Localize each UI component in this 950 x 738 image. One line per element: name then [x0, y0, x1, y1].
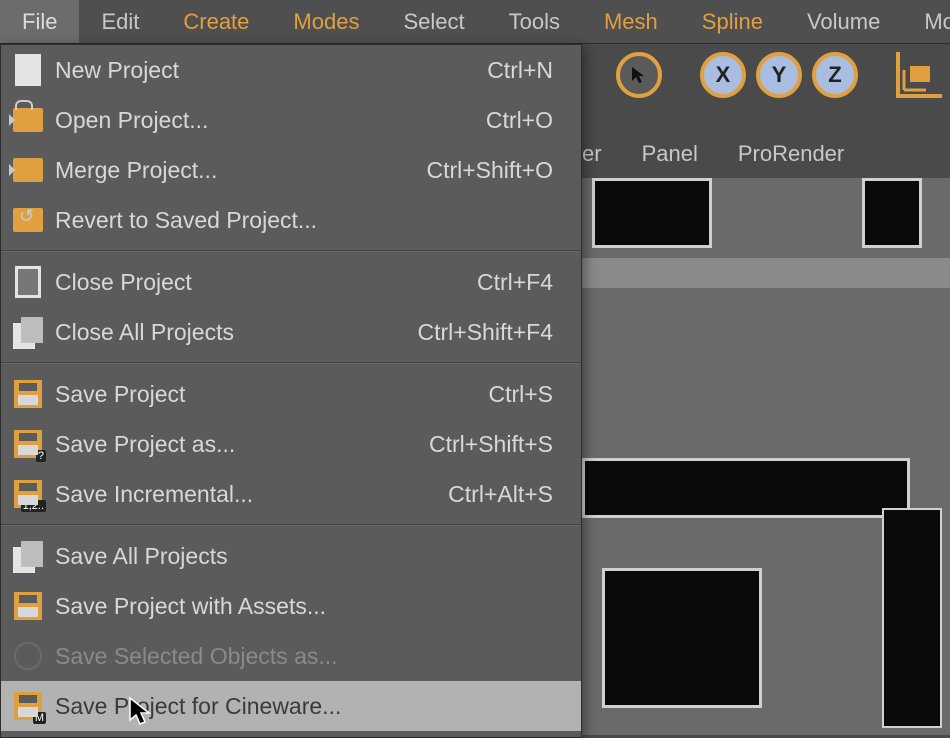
- menu-mograph[interactable]: MoGraph: [902, 0, 950, 43]
- file-menu-dropdown: New Project Ctrl+N Open Project... Ctrl+…: [0, 44, 582, 738]
- menu-volume[interactable]: Volume: [785, 0, 902, 43]
- viewport-tabs: er Panel ProRender: [582, 130, 844, 178]
- menu-tools[interactable]: Tools: [487, 0, 582, 43]
- menu-item-save-cineware[interactable]: M Save Project for Cineware...: [1, 681, 581, 731]
- menu-item-save-selected: Save Selected Objects as...: [1, 631, 581, 681]
- menu-item-save-project[interactable]: Save Project Ctrl+S: [1, 369, 581, 419]
- close-icon: [15, 266, 41, 298]
- axis-x-button[interactable]: X: [700, 52, 746, 98]
- menu-separator: [1, 524, 581, 526]
- axis-z-button[interactable]: Z: [812, 52, 858, 98]
- menu-separator: [1, 362, 581, 364]
- menu-mesh[interactable]: Mesh: [582, 0, 680, 43]
- disabled-icon: [14, 642, 42, 670]
- menu-modes[interactable]: Modes: [271, 0, 381, 43]
- menu-item-merge-project[interactable]: Merge Project... Ctrl+Shift+O: [1, 145, 581, 195]
- menu-select[interactable]: Select: [381, 0, 486, 43]
- menu-item-revert[interactable]: Revert to Saved Project...: [1, 195, 581, 245]
- save-icon: [14, 380, 42, 408]
- save-incremental-icon: 1,2..: [14, 480, 42, 508]
- coord-system-icon[interactable]: [896, 52, 942, 98]
- save-cineware-icon: M: [14, 692, 42, 720]
- menu-edit[interactable]: Edit: [79, 0, 161, 43]
- menu-item-save-all[interactable]: Save All Projects: [1, 531, 581, 581]
- menu-item-save-as[interactable]: ? Save Project as... Ctrl+Shift+S: [1, 419, 581, 469]
- open-folder-icon: [13, 108, 43, 132]
- menu-item-new-project[interactable]: New Project Ctrl+N: [1, 45, 581, 95]
- close-all-icon: [13, 317, 43, 347]
- save-as-icon: ?: [14, 430, 42, 458]
- save-assets-icon: [14, 592, 42, 620]
- viewport-3d[interactable]: [582, 178, 950, 735]
- menubar: File Edit Create Modes Select Tools Mesh…: [0, 0, 950, 44]
- save-all-icon: [13, 541, 43, 571]
- tab-prorender[interactable]: ProRender: [738, 141, 844, 167]
- menu-file[interactable]: File: [0, 0, 79, 43]
- menu-item-open-project[interactable]: Open Project... Ctrl+O: [1, 95, 581, 145]
- menu-separator: [1, 250, 581, 252]
- tab-partial[interactable]: er: [582, 141, 602, 167]
- menu-item-save-incremental[interactable]: 1,2.. Save Incremental... Ctrl+Alt+S: [1, 469, 581, 519]
- axis-y-button[interactable]: Y: [756, 52, 802, 98]
- menu-item-close-all[interactable]: Close All Projects Ctrl+Shift+F4: [1, 307, 581, 357]
- menu-spline[interactable]: Spline: [680, 0, 785, 43]
- tab-panel[interactable]: Panel: [642, 141, 698, 167]
- merge-icon: [13, 158, 43, 182]
- cursor-tool-icon[interactable]: [616, 52, 662, 98]
- menu-item-save-with-assets[interactable]: Save Project with Assets...: [1, 581, 581, 631]
- menu-create[interactable]: Create: [161, 0, 271, 43]
- revert-icon: [13, 208, 43, 232]
- menu-item-close-project[interactable]: Close Project Ctrl+F4: [1, 257, 581, 307]
- new-document-icon: [15, 54, 41, 86]
